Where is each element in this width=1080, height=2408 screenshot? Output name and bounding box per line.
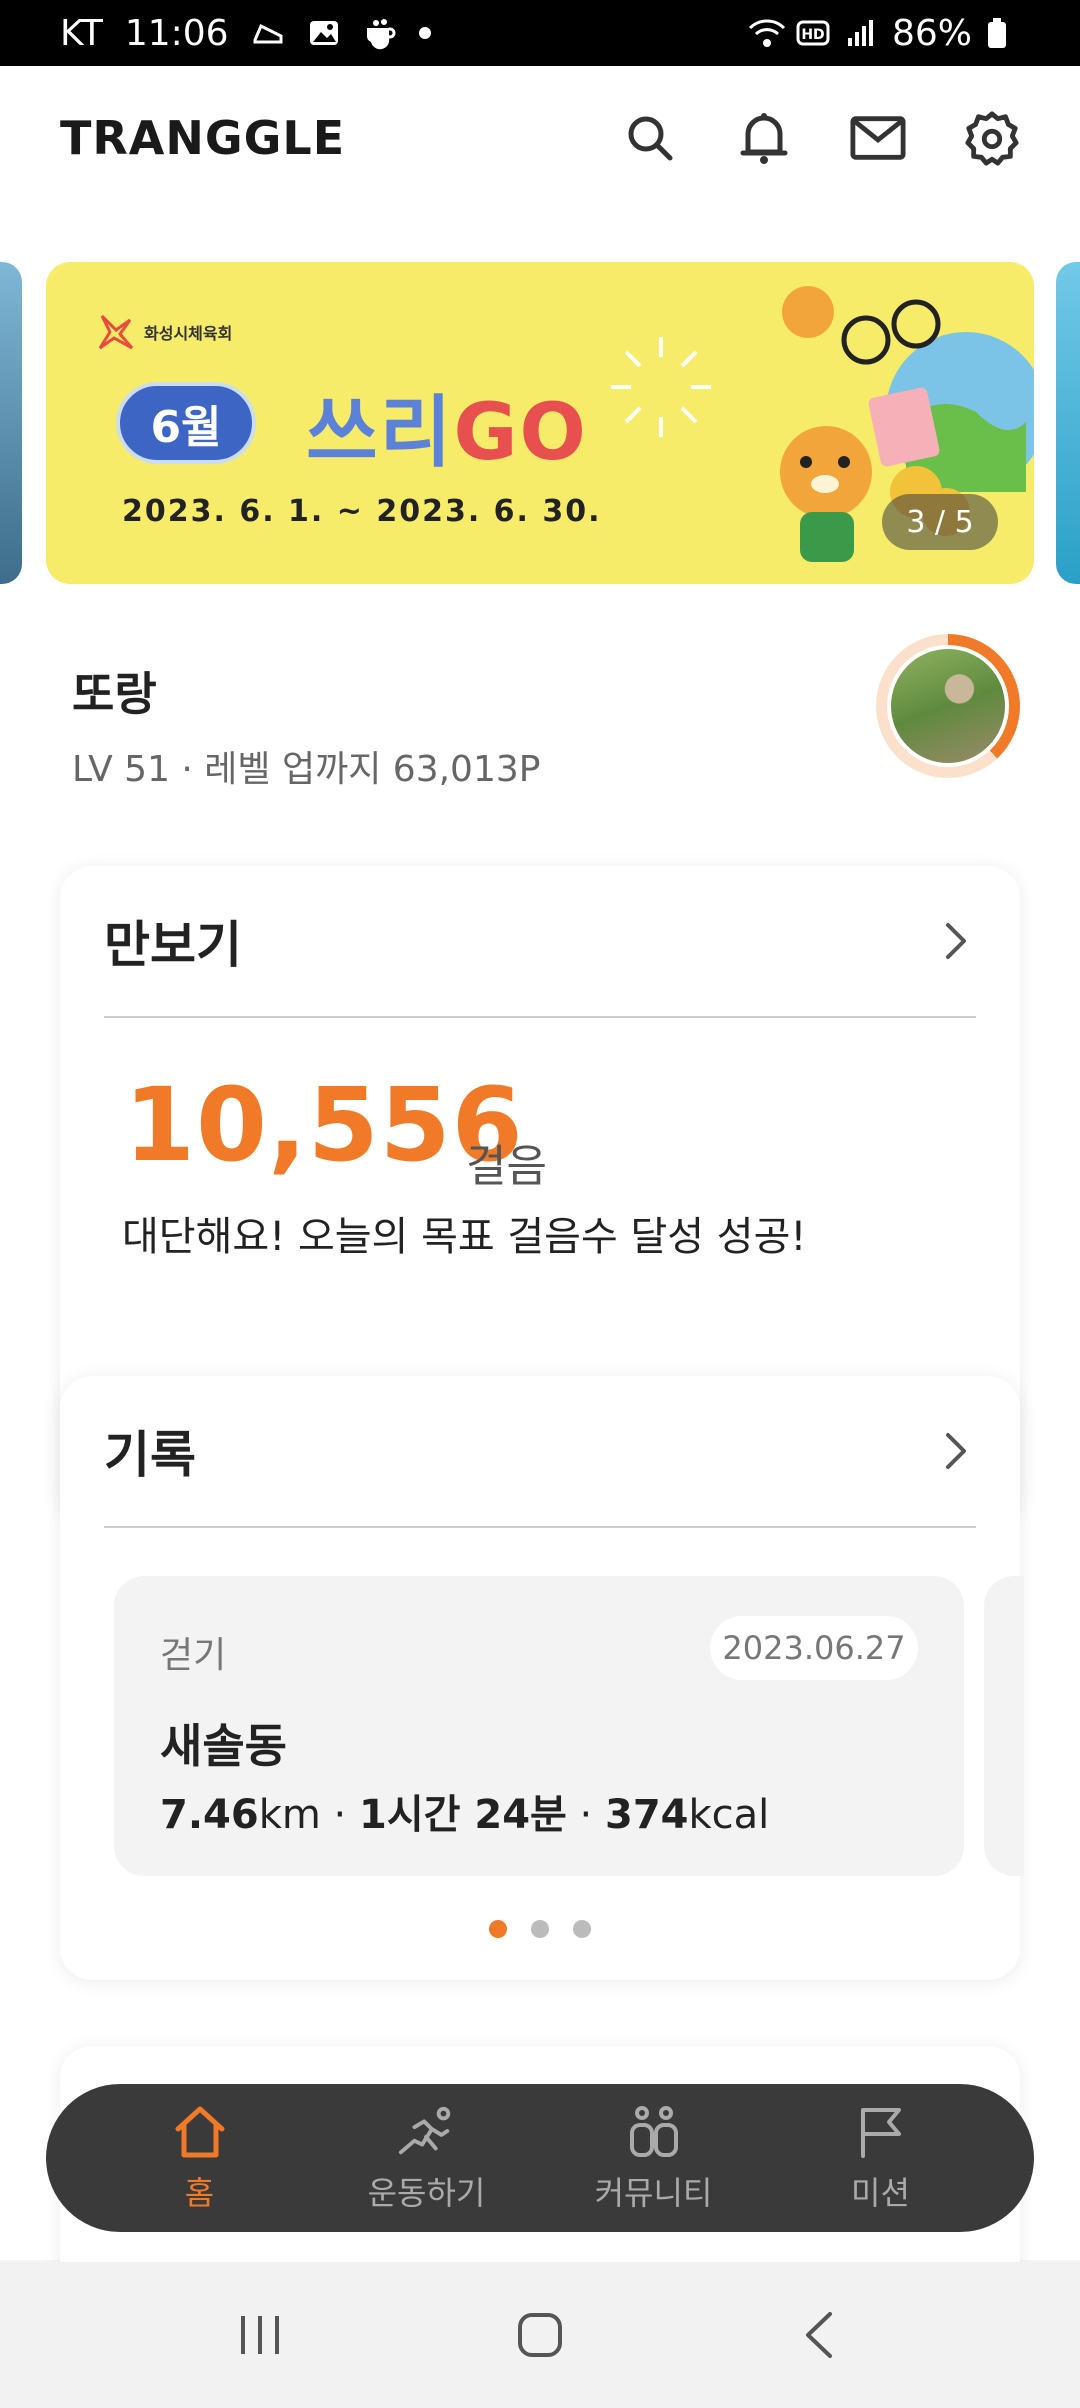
nav-exercise[interactable]: 운동하기	[337, 2102, 517, 2214]
records-card[interactable]: 기록 걷기 2023.06.27 새솔동 7.46km · 1시간 24분 · …	[60, 1376, 1024, 1980]
hd-icon: HD	[796, 16, 830, 50]
running-icon	[397, 2102, 457, 2162]
home-icon	[170, 2102, 230, 2162]
profile-name: 또랑	[72, 667, 157, 721]
chevron-right-icon[interactable]	[936, 921, 976, 961]
record-item[interactable]: 걷기 2023.06.27 새솔동 7.46km · 1시간 24분 · 374…	[114, 1576, 964, 1876]
cup-icon	[363, 16, 397, 50]
step-count: 10,556	[124, 1066, 524, 1185]
bottom-nav: 홈 운동하기 커뮤니티 미션	[46, 2084, 1034, 2232]
nav-exercise-label: 운동하기	[367, 2174, 486, 2212]
banner-prev-peek[interactable]	[0, 262, 22, 584]
system-nav-bar	[0, 2262, 1080, 2408]
banner-campaign-main: 쓰리	[306, 388, 454, 478]
nav-home[interactable]: 홈	[110, 2102, 290, 2214]
record-distance-unit: km	[258, 1792, 321, 1838]
banner-org: 화성시체육회	[96, 312, 232, 352]
recent-apps-icon[interactable]	[230, 2305, 290, 2365]
wifi-icon	[748, 16, 786, 50]
record-distance: 7.46	[160, 1792, 259, 1838]
pager-dot[interactable]	[489, 1920, 507, 1938]
pager-dot[interactable]	[531, 1920, 549, 1938]
nav-mission-label: 미션	[851, 2174, 910, 2212]
back-icon[interactable]	[790, 2305, 850, 2365]
bell-icon[interactable]	[736, 110, 792, 166]
status-bar: KT 11:06 HD 86%	[0, 0, 1080, 66]
record-item-next-peek[interactable]	[984, 1576, 1024, 1876]
nav-home-label: 홈	[184, 2174, 215, 2212]
banner-page-counter: 3 / 5	[882, 494, 998, 550]
home-button-icon[interactable]	[510, 2305, 570, 2365]
sun-icon	[611, 337, 711, 437]
record-date: 2023.06.27	[710, 1616, 918, 1680]
banner-next-peek[interactable]	[1056, 262, 1080, 584]
records-title: 기록	[104, 1426, 196, 1484]
record-place: 새솔동	[160, 1719, 287, 1773]
clock: 11:06	[124, 12, 229, 54]
record-calories: 374	[604, 1792, 689, 1838]
nav-mission[interactable]: 미션	[791, 2102, 971, 2214]
record-type: 걷기	[160, 1635, 227, 1676]
level-progress-ring[interactable]	[876, 634, 1020, 778]
banner-period: 2023. 6. 1. ~ 2023. 6. 30.	[122, 494, 602, 529]
record-stats: 7.46km · 1시간 24분 · 374kcal	[160, 1792, 770, 1838]
record-calories-unit: kcal	[688, 1792, 770, 1838]
image-icon	[307, 16, 341, 50]
banner-campaign-title: 쓰리GO	[306, 370, 588, 482]
records-card-header[interactable]: 기록	[104, 1376, 976, 1528]
svg-text:HD: HD	[801, 27, 824, 43]
notification-dot-icon	[418, 27, 431, 39]
carrier-label: KT	[60, 12, 103, 54]
event-banner[interactable]: 화성시체육회 6월 쓰리GO 2023. 6. 1. ~ 2023. 6. 30…	[46, 262, 1034, 584]
flag-icon	[851, 2102, 911, 2162]
record-pager	[60, 1920, 1020, 1938]
nav-community[interactable]: 커뮤니티	[564, 2102, 744, 2214]
gear-icon[interactable]	[964, 110, 1020, 166]
pedometer-title: 만보기	[104, 916, 242, 974]
app-header: TRANGGLE	[0, 66, 1080, 210]
step-unit: 걸음	[466, 1141, 547, 1192]
banner-org-label: 화성시체육회	[144, 324, 233, 343]
battery-percent: 86%	[891, 12, 972, 54]
step-goal-message: 대단해요! 오늘의 목표 걸음수 달성 성공!	[122, 1214, 807, 1260]
search-icon[interactable]	[622, 110, 678, 166]
main-content: 화성시체육회 6월 쓰리GO 2023. 6. 1. ~ 2023. 6. 30…	[0, 210, 1080, 2346]
community-icon	[624, 2102, 684, 2162]
shoe-icon	[251, 16, 285, 50]
org-logo-icon	[98, 314, 134, 350]
avatar[interactable]	[887, 645, 1009, 767]
pager-dot[interactable]	[573, 1920, 591, 1938]
battery-icon	[986, 16, 1020, 50]
record-duration: 1시간 24분	[359, 1792, 567, 1838]
pedometer-card-header[interactable]: 만보기	[104, 866, 976, 1018]
signal-icon	[844, 16, 878, 50]
mail-icon[interactable]	[850, 110, 906, 166]
chevron-right-icon[interactable]	[936, 1431, 976, 1471]
profile-level: LV 51 · 레벨 업까지 63,013P	[72, 749, 541, 790]
app-logo: TRANGGLE	[60, 111, 346, 165]
nav-community-label: 커뮤니티	[594, 2174, 713, 2212]
banner-campaign-go: GO	[453, 388, 588, 478]
banner-month-badge: 6월	[116, 382, 256, 464]
